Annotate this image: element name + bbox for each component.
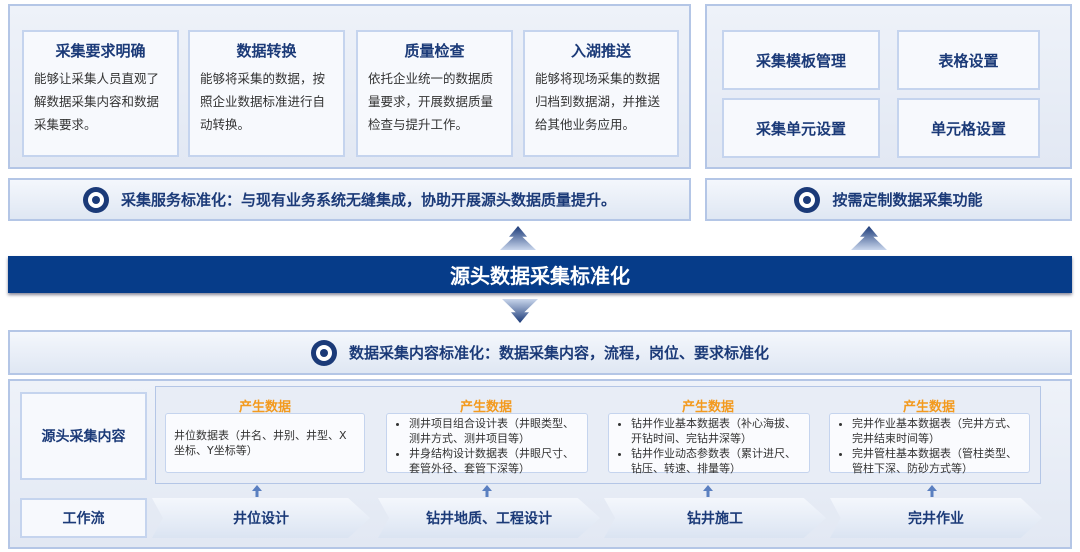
workflow-step-geology-engineering-design: 钻井地质、工程设计 [378,498,600,538]
data-item: 完井作业基本数据表（完井方式、完井结束时间等） [852,416,1021,446]
card-text: 能够让采集人员直观了解数据采集内容和数据采集要求。 [34,71,160,132]
step-label: 钻井施工 [687,511,743,527]
feature-card-conversion: 数据转换能够将采集的数据，按照企业数据标准进行自动转换。 [188,30,345,157]
data-item: 井身结构设计数据表（井眼尺寸、套管外径、套管下深等） [409,446,579,476]
data-card-completion: 完井作业基本数据表（完井方式、完井结束时间等）完井管柱基本数据表（管柱类型、管柱… [829,413,1030,476]
data-item: 完井管柱基本数据表（管柱类型、管柱下深、防砂方式等） [852,446,1021,476]
data-item: 钻井作业动态参数表（累计进尺、钻压、转速、排量等） [631,446,801,476]
target-icon [82,186,109,213]
main-title-band: 源头数据采集标准化 [8,256,1072,293]
workflow-label: 工作流 [20,498,147,538]
arrow-up-icon [851,226,887,250]
cell-settings-button[interactable]: 单元格设置 [897,98,1040,158]
feature-card-requirements: 采集要求明确能够让采集人员直观了解数据采集内容和数据采集要求。 [22,30,179,157]
data-card-drilling: 钻井作业基本数据表（补心海拔、开钻时间、完钻井深等）钻井作业动态参数表（累计进尺… [608,413,810,476]
unit-settings-button[interactable]: 采集单元设置 [722,98,880,158]
card-title: 采集要求明确 [55,42,146,60]
table-settings-button[interactable]: 表格设置 [897,30,1040,90]
step-label: 完井作业 [908,511,964,527]
service-standardization-bar: 采集服务标准化：与现有业务系统无缝集成，协助开展源头数据质量提升。 [8,178,691,221]
card-text: 依托企业统一的数据质量要求，开展数据质量检查与提升工作。 [368,71,494,132]
step-label: 钻井地质、工程设计 [426,511,552,527]
feature-card-quality: 质量检查依托企业统一的数据质量要求，开展数据质量检查与提升工作。 [356,30,513,157]
service-bar-text: 采集服务标准化：与现有业务系统无缝集成，协助开展源头数据质量提升。 [120,191,616,209]
card-title: 入湖推送 [570,42,631,60]
arrow-down-icon [502,299,538,323]
custom-function-bar: 按需定制数据采集功能 [705,178,1072,221]
target-icon [310,339,337,366]
card-title: 质量检查 [404,42,465,60]
card-text: 能够将采集的数据，按照企业数据标准进行自动转换。 [200,71,326,132]
card-title: 数据转换 [236,42,297,60]
arrow-up-icon [500,226,536,250]
content-standardization-bar: 数据采集内容标准化：数据采集内容，流程，岗位、要求标准化 [8,330,1072,375]
data-item: 测井项目组合设计表（井眼类型、测井方式、测井项目等） [409,416,579,446]
data-item: 井位数据表（井名、井别、井型、X坐标、Y坐标等） [174,429,347,457]
feature-card-push: 入湖推送能够将现场采集的数据归档到数据湖，并推送给其他业务应用。 [523,30,679,157]
data-card-design: 测井项目组合设计表（井眼类型、测井方式、测井项目等）井身结构设计数据表（井眼尺寸… [386,413,588,476]
data-item: 钻井作业基本数据表（补心海拔、开钻时间、完钻井深等） [631,416,801,446]
workflow-step-drilling: 钻井施工 [604,498,826,538]
card-text: 能够将现场采集的数据归档到数据湖，并推送给其他业务应用。 [535,71,661,132]
content-bar-text: 数据采集内容标准化：数据采集内容，流程，岗位、要求标准化 [348,344,769,362]
target-icon [794,186,821,213]
source-content-label: 源头采集内容 [20,392,147,480]
custom-bar-text: 按需定制数据采集功能 [832,191,983,209]
workflow-step-well-location-design: 井位设计 [152,498,370,538]
workflow-step-completion: 完井作业 [830,498,1042,538]
step-label: 井位设计 [233,511,289,527]
template-management-button[interactable]: 采集模板管理 [722,30,880,90]
data-card-well-location: 井位数据表（井名、井别、井型、X坐标、Y坐标等） [165,413,365,473]
